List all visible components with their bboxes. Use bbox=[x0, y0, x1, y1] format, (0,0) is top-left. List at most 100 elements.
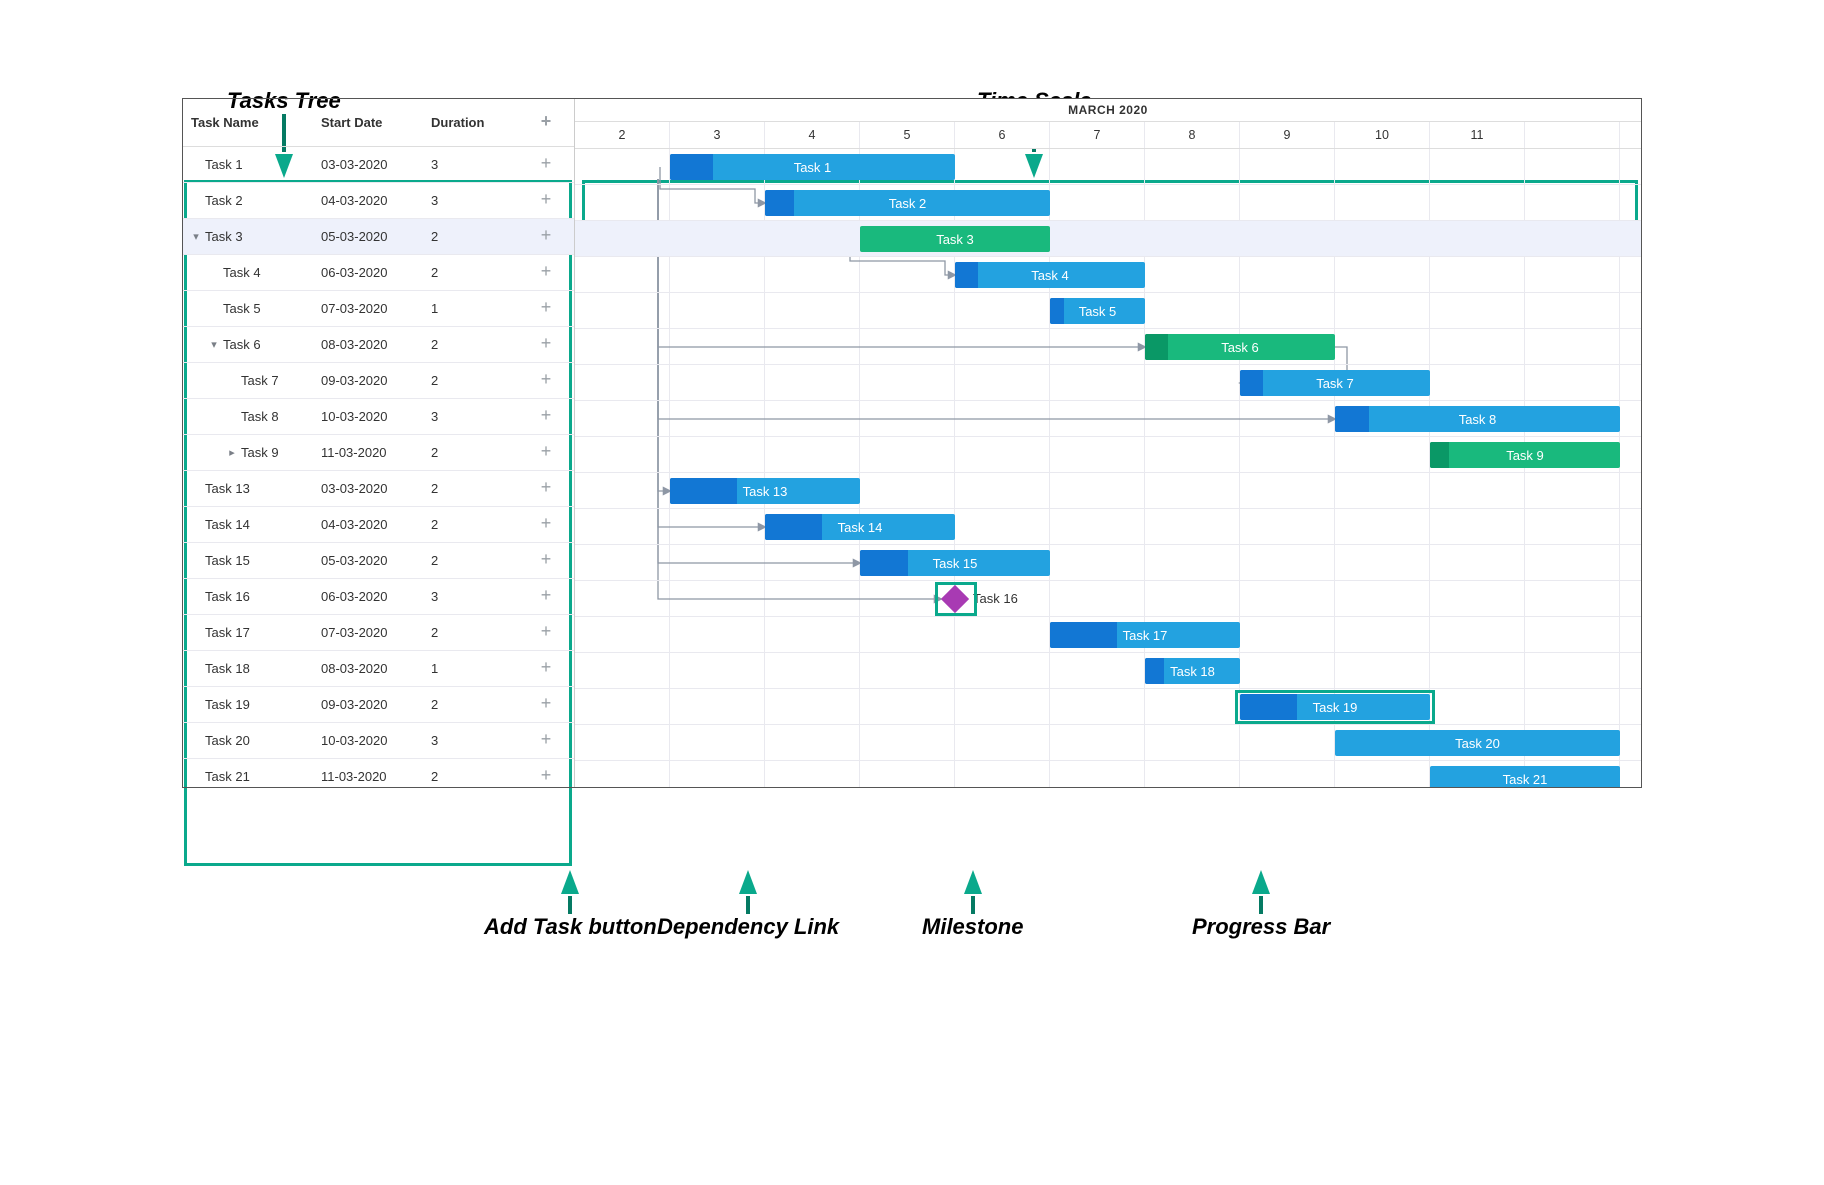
task-bar[interactable]: Task 5 bbox=[1050, 298, 1145, 324]
add-task-header-button[interactable]: + bbox=[535, 112, 557, 134]
task-name: Task 1 bbox=[205, 157, 243, 172]
time-header: MARCH 2020 234567891011 bbox=[575, 99, 1641, 149]
task-duration: 2 bbox=[431, 625, 521, 640]
task-duration: 2 bbox=[431, 697, 521, 712]
task-row[interactable]: Task 1707-03-20202+ bbox=[183, 615, 574, 651]
task-duration: 2 bbox=[431, 517, 521, 532]
task-bar-label: Task 1 bbox=[794, 160, 832, 175]
add-subtask-button[interactable]: + bbox=[535, 334, 557, 356]
task-bar[interactable]: Task 3 bbox=[860, 226, 1050, 252]
chart-row: Task 13 bbox=[575, 473, 1641, 509]
col-header-name[interactable]: Task Name bbox=[191, 115, 321, 130]
task-row[interactable]: Task 2010-03-20203+ bbox=[183, 723, 574, 759]
task-bar[interactable]: Task 4 bbox=[955, 262, 1145, 288]
task-duration: 1 bbox=[431, 301, 521, 316]
add-subtask-button[interactable]: + bbox=[535, 154, 557, 176]
chart-row: Task 6 bbox=[575, 329, 1641, 365]
task-row[interactable]: Task 1404-03-20202+ bbox=[183, 507, 574, 543]
task-row[interactable]: Task 103-03-20203+ bbox=[183, 147, 574, 183]
day-header-cell: 6 bbox=[955, 122, 1050, 148]
task-tree-header: Task Name Start Date Duration + bbox=[183, 99, 574, 147]
task-start-date: 07-03-2020 bbox=[321, 625, 431, 640]
add-subtask-button[interactable]: + bbox=[535, 226, 557, 248]
task-duration: 2 bbox=[431, 373, 521, 388]
chevron-down-icon[interactable]: ▾ bbox=[191, 230, 201, 243]
add-subtask-button[interactable]: + bbox=[535, 370, 557, 392]
chevron-down-icon[interactable]: ▾ bbox=[209, 338, 219, 351]
chart-row: Task 5 bbox=[575, 293, 1641, 329]
task-start-date: 09-03-2020 bbox=[321, 697, 431, 712]
task-duration: 2 bbox=[431, 553, 521, 568]
col-header-start[interactable]: Start Date bbox=[321, 115, 431, 130]
task-start-date: 06-03-2020 bbox=[321, 589, 431, 604]
task-bar[interactable]: Task 2 bbox=[765, 190, 1050, 216]
task-bar[interactable]: Task 13 bbox=[670, 478, 860, 504]
add-subtask-button[interactable]: + bbox=[535, 622, 557, 644]
task-bar[interactable]: Task 15 bbox=[860, 550, 1050, 576]
task-bar[interactable]: Task 18 bbox=[1145, 658, 1240, 684]
task-bar[interactable]: Task 20 bbox=[1335, 730, 1620, 756]
add-subtask-button[interactable]: + bbox=[535, 586, 557, 608]
chevron-right-icon[interactable]: ▸ bbox=[227, 446, 237, 459]
timeline[interactable]: MARCH 2020 234567891011 Task 1 Task 2 Task… bbox=[575, 99, 1641, 787]
task-row[interactable]: ▸Task 911-03-20202+ bbox=[183, 435, 574, 471]
add-subtask-button[interactable]: + bbox=[535, 406, 557, 428]
chart-row: Task 17 bbox=[575, 617, 1641, 653]
task-bar-label: Task 5 bbox=[1079, 304, 1117, 319]
milestone-label: Task 16 bbox=[973, 591, 1018, 606]
task-duration: 2 bbox=[431, 481, 521, 496]
task-row[interactable]: Task 1303-03-20202+ bbox=[183, 471, 574, 507]
task-row[interactable]: Task 1808-03-20201+ bbox=[183, 651, 574, 687]
callout-label: Progress Bar bbox=[1192, 914, 1330, 939]
day-header-cell: 10 bbox=[1335, 122, 1430, 148]
task-row[interactable]: ▾Task 608-03-20202+ bbox=[183, 327, 574, 363]
task-duration: 3 bbox=[431, 409, 521, 424]
task-row[interactable]: Task 709-03-20202+ bbox=[183, 363, 574, 399]
task-tree: Task Name Start Date Duration + Task 1 03… bbox=[183, 99, 575, 787]
add-subtask-button[interactable]: + bbox=[535, 442, 557, 464]
task-row[interactable]: Task 2111-03-20202+ bbox=[183, 759, 574, 787]
add-subtask-button[interactable]: + bbox=[535, 262, 557, 284]
task-name: Task 20 bbox=[205, 733, 250, 748]
task-row[interactable]: Task 204-03-20203+ bbox=[183, 183, 574, 219]
task-bar[interactable]: Task 8 bbox=[1335, 406, 1620, 432]
task-row[interactable]: Task 1909-03-20202+ bbox=[183, 687, 574, 723]
day-header-cell bbox=[1620, 122, 1641, 148]
task-row[interactable]: Task 507-03-20201+ bbox=[183, 291, 574, 327]
gantt-chart: Task Name Start Date Duration + Task 1 03… bbox=[182, 98, 1642, 788]
add-subtask-button[interactable]: + bbox=[535, 730, 557, 752]
progress-indicator bbox=[765, 514, 822, 540]
task-bar[interactable]: Task 17 bbox=[1050, 622, 1240, 648]
add-subtask-button[interactable]: + bbox=[535, 514, 557, 536]
task-start-date: 09-03-2020 bbox=[321, 373, 431, 388]
add-subtask-button[interactable]: + bbox=[535, 298, 557, 320]
task-start-date: 04-03-2020 bbox=[321, 193, 431, 208]
task-start-date: 05-03-2020 bbox=[321, 553, 431, 568]
task-start-date: 03-03-2020 bbox=[321, 157, 431, 172]
add-subtask-button[interactable]: + bbox=[535, 766, 557, 788]
task-bar[interactable]: Task 9 bbox=[1430, 442, 1620, 468]
col-header-duration[interactable]: Duration bbox=[431, 115, 521, 130]
task-row[interactable]: Task 1606-03-20203+ bbox=[183, 579, 574, 615]
add-subtask-button[interactable]: + bbox=[535, 694, 557, 716]
task-duration: 1 bbox=[431, 661, 521, 676]
add-subtask-button[interactable]: + bbox=[535, 658, 557, 680]
task-bar[interactable]: Task 14 bbox=[765, 514, 955, 540]
task-row[interactable]: Task 810-03-20203+ bbox=[183, 399, 574, 435]
task-row[interactable]: Task 406-03-20202+ bbox=[183, 255, 574, 291]
task-start-date: 06-03-2020 bbox=[321, 265, 431, 280]
task-bar[interactable]: Task 6 bbox=[1145, 334, 1335, 360]
add-subtask-button[interactable]: + bbox=[535, 190, 557, 212]
task-bar-label: Task 7 bbox=[1316, 376, 1354, 391]
add-subtask-button[interactable]: + bbox=[535, 478, 557, 500]
task-bar[interactable]: Task 7 bbox=[1240, 370, 1430, 396]
task-bar[interactable]: Task 21 bbox=[1430, 766, 1620, 787]
progress-indicator bbox=[765, 190, 794, 216]
chart-row: Task 1 bbox=[575, 149, 1641, 185]
task-row[interactable]: ▾Task 305-03-20202+ bbox=[183, 219, 574, 255]
task-bar[interactable]: Task 1 bbox=[670, 154, 955, 180]
task-name: Task 14 bbox=[205, 517, 250, 532]
task-row[interactable]: Task 1505-03-20202+ bbox=[183, 543, 574, 579]
add-subtask-button[interactable]: + bbox=[535, 550, 557, 572]
task-name: Task 21 bbox=[205, 769, 250, 784]
